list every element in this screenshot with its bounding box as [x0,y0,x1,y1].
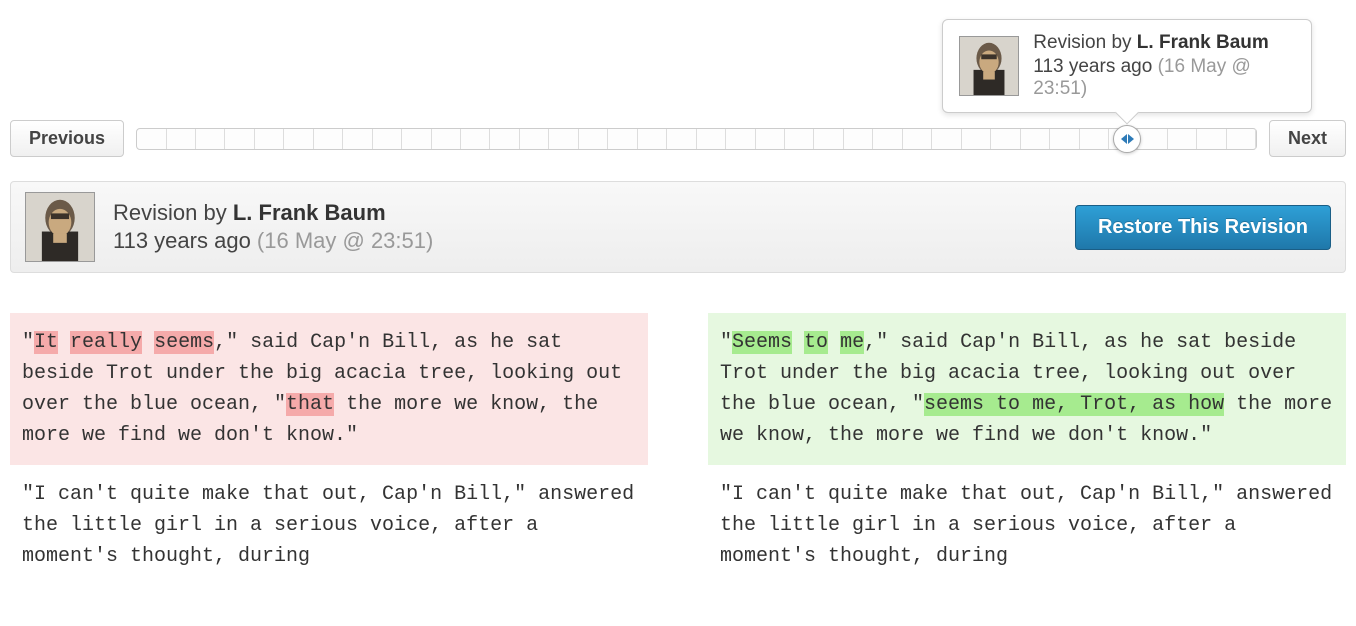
diff-text [142,331,154,354]
revision-meta-bar: Revision by L. Frank Baum 113 years ago … [10,181,1346,273]
slider-tick[interactable] [343,129,372,149]
slider-tick[interactable] [490,129,519,149]
slider-tick[interactable] [844,129,873,149]
slider-tick[interactable] [167,129,196,149]
tooltip-info: Revision by L. Frank Baum 113 years ago … [1033,32,1295,100]
slider-tick[interactable] [137,129,166,149]
revision-slider[interactable]: Revision by L. Frank Baum 113 years ago … [136,128,1257,150]
diff-old-column: "It really seems," said Cap'n Bill, as h… [10,313,648,586]
diff-new-paragraph: "Seems to me," said Cap'n Bill, as he sa… [708,313,1346,465]
diff-text: " [22,331,34,354]
slider-tick[interactable] [785,129,814,149]
revision-author: L. Frank Baum [1137,32,1269,53]
slider-tick[interactable] [284,129,313,149]
revision-by-line: Revision by L. Frank Baum [113,200,1057,226]
slider-tick[interactable] [756,129,785,149]
slider-tick[interactable] [432,129,461,149]
restore-revision-button[interactable]: Restore This Revision [1075,205,1331,250]
slider-tick[interactable] [1197,129,1226,149]
diff-added: me [840,331,864,354]
diff-text: " [720,331,732,354]
slider-tick[interactable] [726,129,755,149]
diff-old-paragraph: "It really seems," said Cap'n Bill, as h… [10,313,648,465]
diff-text [828,331,840,354]
diff-deleted: It [34,331,58,354]
diff-area: "It really seems," said Cap'n Bill, as h… [10,313,1346,586]
slider-tick[interactable] [667,129,696,149]
next-button[interactable]: Next [1269,120,1346,157]
slider-tick[interactable] [579,129,608,149]
slider-tick[interactable] [520,129,549,149]
slider-tick[interactable] [461,129,490,149]
meta-info: Revision by L. Frank Baum 113 years ago … [113,200,1057,254]
avatar [959,36,1019,96]
diff-context-paragraph: "I can't quite make that out, Cap'n Bill… [708,465,1346,586]
diff-deleted: really [70,331,142,354]
slider-tick[interactable] [1021,129,1050,149]
slider-tick[interactable] [1050,129,1079,149]
diff-context-paragraph: "I can't quite make that out, Cap'n Bill… [10,465,648,586]
slider-tick[interactable] [697,129,726,149]
revision-timestamp: (16 May @ 23:51) [257,228,433,253]
diff-deleted: that [286,393,334,416]
slider-tick[interactable] [402,129,431,149]
diff-text [58,331,70,354]
slider-tick[interactable] [932,129,961,149]
avatar [25,192,95,262]
slider-tick[interactable] [255,129,284,149]
diff-new-column: "Seems to me," said Cap'n Bill, as he sa… [708,313,1346,586]
revision-by-line: Revision by L. Frank Baum [1033,32,1295,54]
slider-tick[interactable] [1168,129,1197,149]
revision-time-line: 113 years ago (16 May @ 23:51) [113,228,1057,254]
slider-tick[interactable] [638,129,667,149]
slider-tick[interactable] [873,129,902,149]
revision-prefix: Revision by [113,200,233,225]
diff-added: seems to me, Trot, as how [924,393,1224,416]
slider-tick[interactable] [196,129,225,149]
slider-tick[interactable] [1227,129,1256,149]
slider-tick[interactable] [225,129,254,149]
revision-age: 113 years ago [1033,56,1157,77]
previous-button[interactable]: Previous [10,120,124,157]
diff-text [792,331,804,354]
arrow-left-icon [1121,134,1127,144]
diff-deleted: seems [154,331,214,354]
slider-tick[interactable] [991,129,1020,149]
diff-added: to [804,331,828,354]
slider-knob[interactable] [1113,125,1141,153]
slider-tick[interactable] [1138,129,1167,149]
slider-tick[interactable] [962,129,991,149]
slider-tick[interactable] [314,129,343,149]
slider-tick[interactable] [1080,129,1109,149]
revision-age: 113 years ago [113,228,257,253]
revision-author: L. Frank Baum [233,200,386,225]
revision-controls: Previous Revision by L. Frank Baum [10,120,1346,157]
slider-tick[interactable] [814,129,843,149]
revision-tooltip: Revision by L. Frank Baum 113 years ago … [942,19,1312,113]
slider-tick[interactable] [608,129,637,149]
slider-tick[interactable] [903,129,932,149]
slider-tick[interactable] [373,129,402,149]
slider-tick[interactable] [549,129,578,149]
revision-time-line: 113 years ago (16 May @ 23:51) [1033,56,1295,100]
diff-added: Seems [732,331,792,354]
revision-prefix: Revision by [1033,32,1137,53]
arrow-right-icon [1128,134,1134,144]
